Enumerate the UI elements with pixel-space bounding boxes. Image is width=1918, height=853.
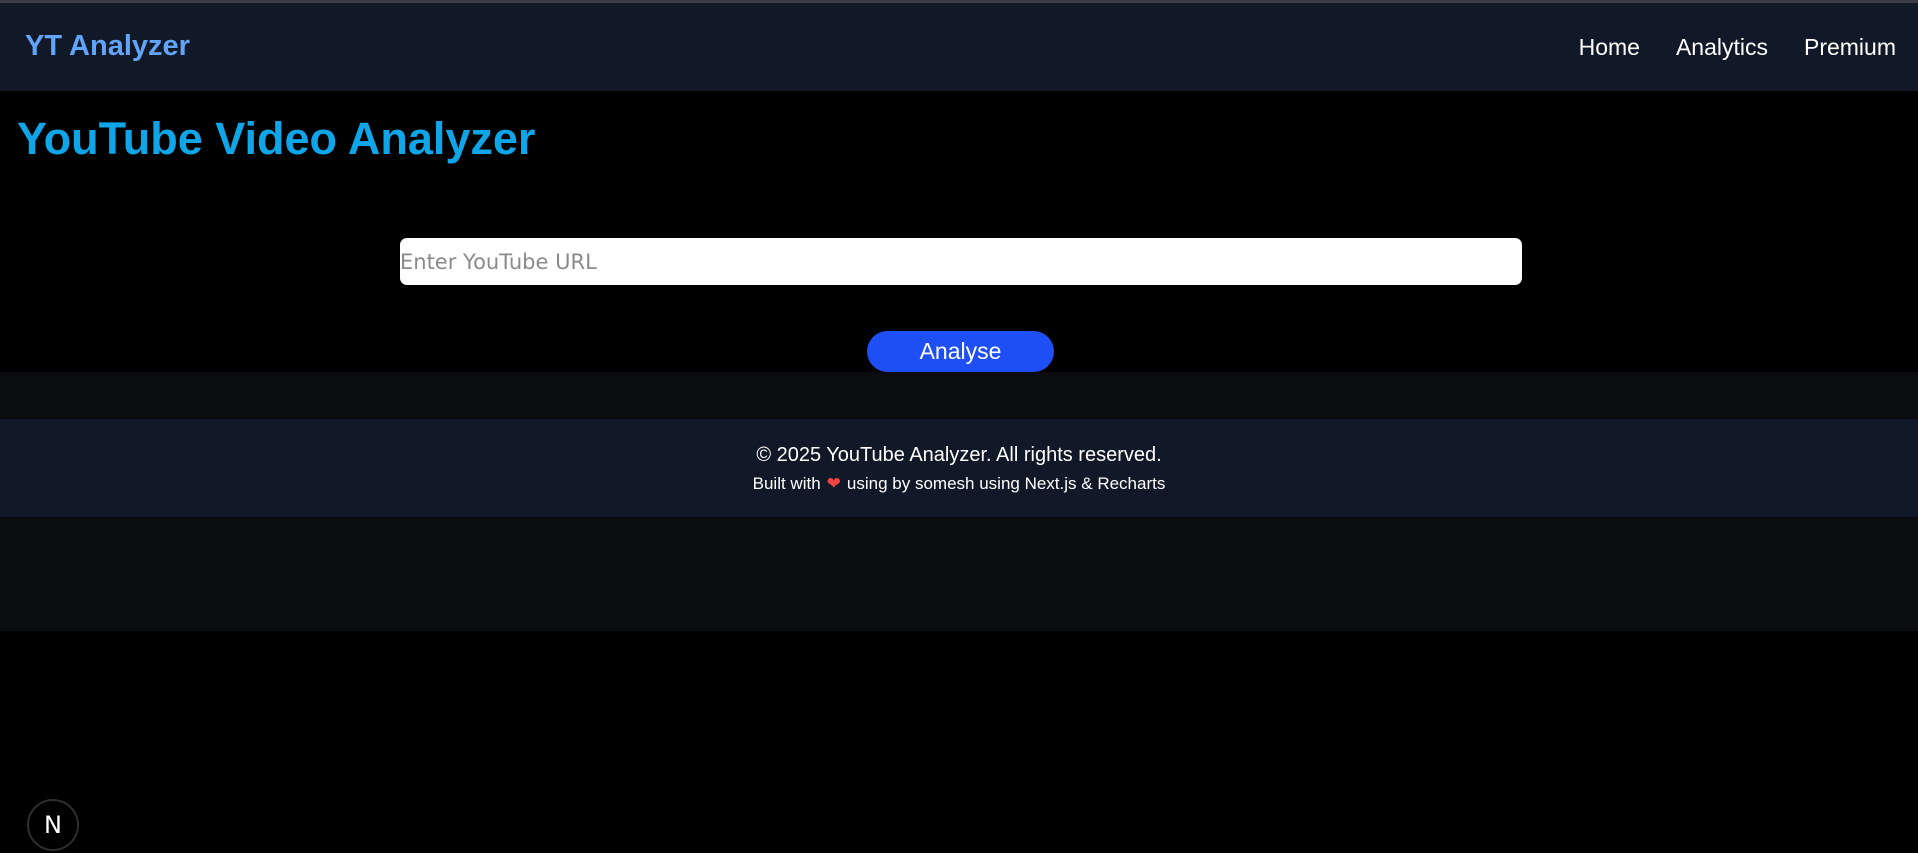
heart-icon: ❤ <box>826 474 841 493</box>
nextjs-dev-badge[interactable]: N <box>27 799 79 851</box>
brand-logo-text[interactable]: YT Analyzer <box>25 30 190 63</box>
footer: © 2025 YouTube Analyzer. All rights rese… <box>0 419 1918 517</box>
footer-bottom-band <box>0 517 1918 631</box>
youtube-url-input[interactable] <box>400 238 1522 285</box>
nav-link-premium[interactable]: Premium <box>1804 34 1896 61</box>
footer-built-prefix: Built with <box>752 474 821 493</box>
navbar: YT Analyzer Home Analytics Premium <box>0 3 1918 91</box>
section-spacer <box>0 372 1918 419</box>
footer-copyright: © 2025 YouTube Analyzer. All rights rese… <box>756 444 1162 466</box>
nav-link-analytics[interactable]: Analytics <box>1676 34 1768 61</box>
page-title: YouTube Video Analyzer <box>17 113 536 164</box>
nav-link-home[interactable]: Home <box>1579 34 1640 61</box>
nav-links: Home Analytics Premium <box>1579 34 1896 61</box>
analyse-button[interactable]: Analyse <box>867 331 1054 372</box>
footer-built-suffix: using by somesh using Next.js & Recharts <box>846 474 1166 493</box>
nextjs-logo-icon: N <box>44 811 62 839</box>
footer-built-with: Built with ❤ using by somesh using Next.js… <box>0 474 1918 494</box>
